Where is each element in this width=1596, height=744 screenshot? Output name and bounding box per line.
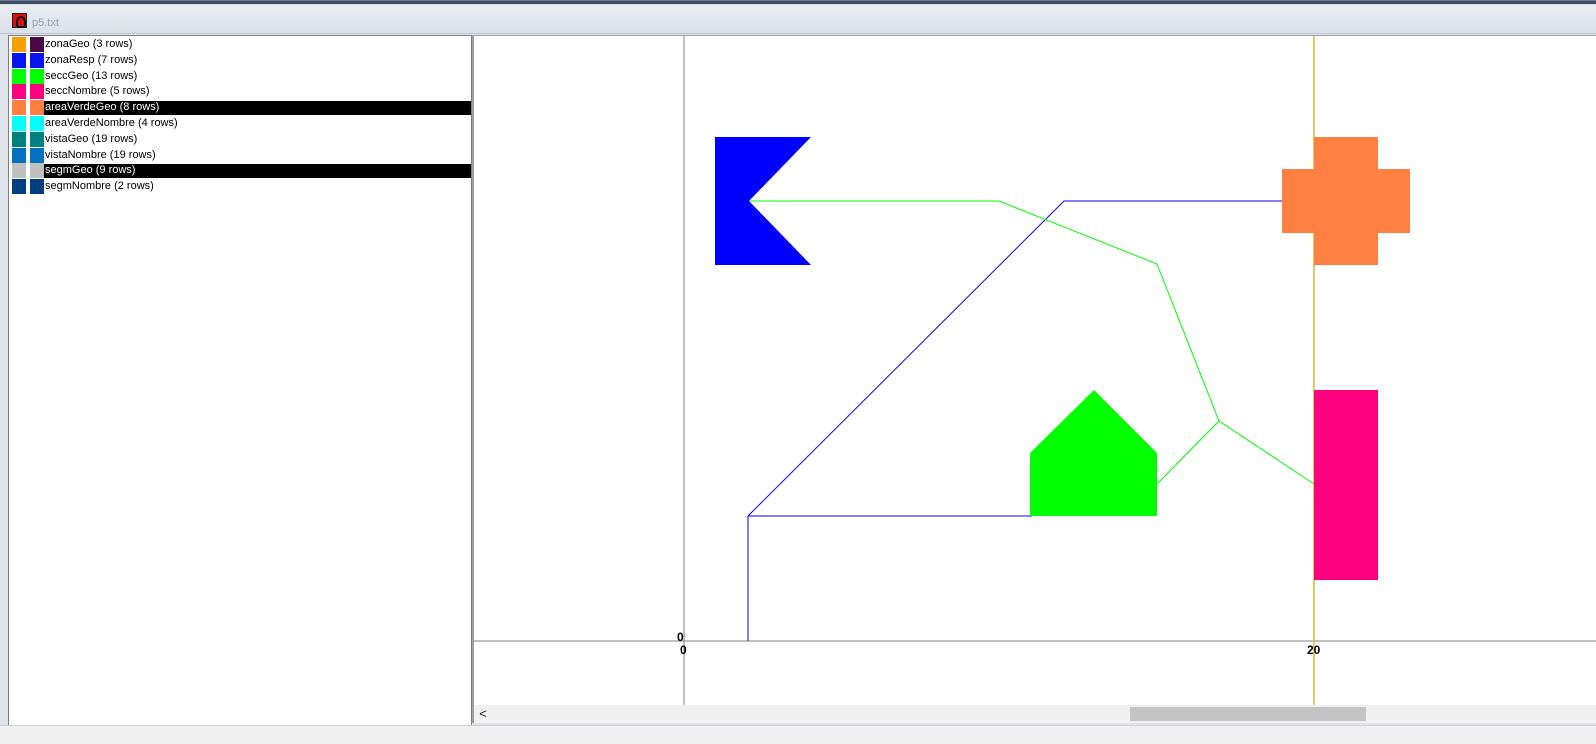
layer-line-color-swatch[interactable] [30, 37, 44, 52]
layer-label[interactable]: areaVerdeNombre (4 rows) [44, 117, 179, 131]
layer-line-color-swatch[interactable] [30, 179, 44, 195]
layer-row[interactable]: zonaResp (7 rows) [11, 52, 469, 68]
app-icon[interactable] [12, 13, 27, 28]
orange-cross-shape[interactable] [1282, 137, 1410, 265]
green-branch-line[interactable] [1156, 420, 1220, 485]
layer-fill-color-swatch[interactable] [12, 179, 26, 195]
pink-bar-shape[interactable] [1314, 390, 1378, 580]
layer-label[interactable]: segmNombre (2 rows) [44, 180, 155, 194]
layer-row[interactable]: segmNombre (2 rows) [11, 179, 469, 195]
layer-label[interactable]: vistaGeo (19 rows) [44, 133, 138, 147]
layer-label[interactable]: zonaResp (7 rows) [44, 54, 138, 68]
layer-label[interactable]: segmGeo (9 rows) [44, 164, 471, 179]
layer-label[interactable]: vistaNombre (19 rows) [44, 149, 157, 163]
layer-line-color-swatch[interactable] [30, 116, 44, 131]
layer-label[interactable]: areaVerdeGeo (8 rows) [44, 101, 471, 116]
app-window: p5.txt zonaGeo (3 rows) zonaResp (7 rows)… [0, 0, 1596, 744]
layer-fill-color-swatch[interactable] [12, 52, 26, 68]
layer-fill-color-swatch[interactable] [12, 147, 26, 163]
y-axis-origin-label: 0 [677, 630, 684, 644]
layer-label[interactable]: seccGeo (13 rows) [44, 70, 138, 84]
layer-fill-color-swatch[interactable] [12, 100, 26, 116]
layer-label[interactable]: zonaGeo (3 rows) [44, 38, 133, 52]
layer-line-color-swatch[interactable] [30, 147, 44, 163]
layer-line-color-swatch[interactable] [30, 163, 44, 179]
layer-label[interactable]: seccNombre (5 rows) [44, 85, 151, 99]
green-house-shape[interactable] [1030, 390, 1157, 516]
layer-row[interactable]: vistaNombre (19 rows) [11, 147, 469, 163]
layer-fill-color-swatch[interactable] [12, 131, 26, 147]
layer-row[interactable]: zonaGeo (3 rows) [11, 37, 469, 52]
layer-fill-color-swatch[interactable] [12, 163, 26, 179]
layer-fill-color-swatch[interactable] [12, 68, 26, 84]
blue-diagonal-path[interactable] [747, 200, 1284, 517]
layer-line-color-swatch[interactable] [30, 84, 44, 100]
map-canvas[interactable]: 0 0 20 [472, 35, 1596, 723]
layer-row[interactable]: seccNombre (5 rows) [11, 84, 469, 100]
layer-fill-color-swatch[interactable] [12, 37, 26, 52]
layer-row[interactable]: segmGeo (9 rows) [11, 163, 471, 179]
scrollbar-thumb[interactable] [1130, 707, 1366, 721]
layer-line-color-swatch[interactable] [30, 52, 44, 68]
layer-fill-color-swatch[interactable] [12, 84, 26, 100]
x-axis-20-label: 20 [1307, 643, 1321, 657]
green-path[interactable] [749, 200, 1315, 485]
x-axis-origin-label: 0 [680, 643, 687, 657]
layer-row[interactable]: areaVerdeNombre (4 rows) [11, 116, 469, 131]
chevron-left-icon[interactable]: < [474, 705, 492, 723]
layer-line-color-swatch[interactable] [30, 100, 44, 116]
layer-row[interactable]: vistaGeo (19 rows) [11, 131, 469, 147]
layer-fill-color-swatch[interactable] [12, 116, 26, 131]
layer-line-color-swatch[interactable] [30, 68, 44, 84]
status-bar [0, 725, 1596, 744]
layer-row[interactable]: seccGeo (13 rows) [11, 68, 469, 84]
layer-line-color-swatch[interactable] [30, 131, 44, 147]
title-bar: p5.txt [0, 5, 1596, 34]
top-strip [0, 1, 1596, 4]
layer-row[interactable]: areaVerdeGeo (8 rows) [11, 100, 471, 116]
horizontal-scrollbar[interactable]: < [474, 705, 1596, 723]
layer-list-panel[interactable]: zonaGeo (3 rows) zonaResp (7 rows) seccGeo… [8, 35, 472, 735]
map-drawing[interactable]: 0 0 20 [474, 36, 1596, 706]
window-title: p5.txt [32, 17, 59, 29]
